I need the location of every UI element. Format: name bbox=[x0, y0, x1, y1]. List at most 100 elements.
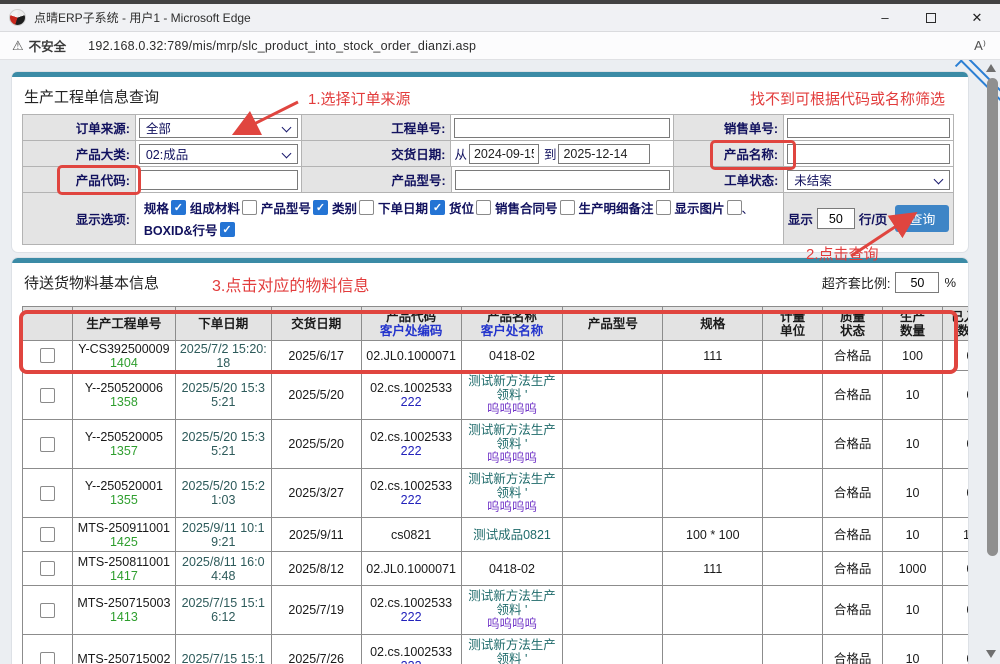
option-label: 规格 bbox=[144, 198, 169, 217]
option-checkbox[interactable] bbox=[242, 200, 257, 215]
table-row[interactable]: Y-CS39250000914042025/7/2 15:20:182025/6… bbox=[23, 341, 968, 371]
order-source-select[interactable]: 全部 bbox=[139, 118, 298, 138]
display-options-cell: 规格✓组成材料产品型号✓类别下单日期✓货位销售合同号生产明细备注显示图片、 BO… bbox=[136, 193, 784, 245]
checkbox-cell bbox=[23, 469, 73, 518]
minimize-button[interactable]: – bbox=[862, 4, 908, 31]
date-to-input[interactable] bbox=[558, 144, 650, 164]
option-checkbox[interactable]: ✓ bbox=[220, 222, 235, 237]
order-no: Y--250520006 bbox=[85, 381, 163, 395]
query-panel-title: 生产工程单信息查询 bbox=[24, 86, 159, 107]
row-checkbox[interactable] bbox=[40, 603, 55, 618]
project-no-input[interactable] bbox=[454, 118, 670, 138]
customer-name[interactable]: 呜呜呜呜 bbox=[487, 402, 537, 416]
option-checkbox[interactable] bbox=[656, 200, 671, 215]
product-name-cell: 测试成品0821 bbox=[462, 518, 564, 552]
scrollbar-down-icon[interactable] bbox=[986, 650, 996, 658]
chevron-down-icon bbox=[934, 174, 944, 184]
unit-cell bbox=[763, 341, 823, 371]
column-header: 计量单位 bbox=[763, 307, 823, 341]
option-checkbox[interactable]: ✓ bbox=[171, 200, 186, 215]
row-checkbox[interactable] bbox=[40, 348, 55, 363]
product-name-input[interactable] bbox=[787, 144, 950, 164]
header-line: 已入库 bbox=[951, 310, 968, 324]
option-label: 类别 bbox=[332, 198, 357, 217]
order-date-cell: 2025/8/11 16:04:48 bbox=[176, 552, 272, 586]
row-checkbox[interactable] bbox=[40, 561, 55, 576]
product-model-cell bbox=[563, 341, 663, 371]
product-name: 0418-02 bbox=[487, 562, 537, 576]
category-select[interactable]: 02:成品 bbox=[139, 144, 298, 164]
row-checkbox[interactable] bbox=[40, 652, 55, 664]
qty-cell: 10 bbox=[883, 469, 943, 518]
header-line: 单位 bbox=[780, 324, 805, 338]
customer-name[interactable]: 呜呜呜呜 bbox=[487, 617, 537, 631]
read-aloud-icon[interactable]: A⁾ bbox=[974, 38, 986, 54]
option-checkbox[interactable] bbox=[359, 200, 374, 215]
table-row[interactable]: MTS-2507150022025/7/15 15:12025/7/2602.c… bbox=[23, 635, 968, 664]
quality-cell: 合格品 bbox=[823, 518, 883, 552]
product-name-cell: 测试新方法生产领料 '呜呜呜呜 bbox=[462, 586, 564, 635]
order-status-select[interactable]: 未结案 bbox=[787, 170, 950, 190]
header-line: 质量 bbox=[840, 310, 865, 324]
option-checkbox[interactable] bbox=[476, 200, 491, 215]
browser-window: 点晴ERP子系统 - 用户1 - Microsoft Edge – ✕ ⚠ 不安… bbox=[0, 0, 1000, 664]
customer-code: 222 bbox=[401, 610, 422, 624]
row-checkbox[interactable] bbox=[40, 437, 55, 452]
customer-code: 222 bbox=[401, 659, 422, 664]
scrollbar-thumb[interactable] bbox=[987, 78, 998, 556]
sales-no-input[interactable] bbox=[787, 118, 950, 138]
product-code-cell: cs0821 bbox=[362, 518, 462, 552]
column-header bbox=[23, 307, 73, 341]
checkbox-cell bbox=[23, 518, 73, 552]
row-checkbox[interactable] bbox=[40, 527, 55, 542]
product-name-cell: 0418-02 bbox=[462, 341, 564, 371]
delivery-date-cell: 2025/8/12 bbox=[272, 552, 362, 586]
product-name-cell: 0418-02 bbox=[462, 552, 564, 586]
table-row[interactable]: Y--25052000113552025/5/20 15:21:032025/3… bbox=[23, 469, 968, 518]
header-line: 下单日期 bbox=[198, 317, 248, 331]
date-from-input[interactable] bbox=[469, 144, 539, 164]
url-text[interactable]: 192.168.0.32:789/mis/mrp/slc_product_int… bbox=[88, 39, 476, 53]
product-code-input[interactable] bbox=[139, 170, 298, 190]
table-row[interactable]: MTS-25081100114172025/8/11 16:04:482025/… bbox=[23, 552, 968, 586]
table-row[interactable]: Y--25052000513572025/5/20 15:35:212025/5… bbox=[23, 420, 968, 469]
option-checkbox[interactable]: ✓ bbox=[430, 200, 445, 215]
search-button[interactable]: 查询 bbox=[895, 205, 949, 232]
option-checkbox[interactable]: ✓ bbox=[313, 200, 328, 215]
row-checkbox[interactable] bbox=[40, 486, 55, 501]
customer-name[interactable]: 呜呜呜呜 bbox=[487, 500, 537, 514]
maximize-button[interactable] bbox=[908, 4, 954, 31]
table-row[interactable]: MTS-25071500314132025/7/15 15:16:122025/… bbox=[23, 586, 968, 635]
product-model-input[interactable] bbox=[455, 170, 671, 190]
address-bar[interactable]: ⚠ 不安全 192.168.0.32:789/mis/mrp/slc_produ… bbox=[0, 32, 1000, 60]
table-row[interactable]: MTS-25091100114252025/9/11 10:19:212025/… bbox=[23, 518, 968, 552]
product-code: cs0821 bbox=[389, 528, 433, 542]
customer-name[interactable]: 呜呜呜呜 bbox=[487, 451, 537, 465]
received-cell: 10 bbox=[943, 518, 968, 552]
ratio-input[interactable] bbox=[895, 272, 939, 293]
product-model-cell bbox=[563, 420, 663, 469]
rows-per-page-input[interactable] bbox=[817, 208, 855, 229]
customer-code: 222 bbox=[401, 444, 422, 458]
ratio-unit: % bbox=[944, 275, 956, 290]
product-code: 02.cs.1002533 bbox=[368, 596, 454, 610]
option-checkbox[interactable] bbox=[560, 200, 575, 215]
header-line: 客户处编码 bbox=[380, 324, 443, 338]
product-code: 02.cs.1002533 bbox=[368, 479, 454, 493]
table-row[interactable]: Y--25052000613582025/5/20 15:35:212025/5… bbox=[23, 371, 968, 420]
security-label[interactable]: 不安全 bbox=[29, 36, 67, 55]
header-line: 产品型号 bbox=[588, 317, 638, 331]
scrollbar-up-icon[interactable] bbox=[986, 64, 996, 72]
checkbox-cell bbox=[23, 586, 73, 635]
received-cell: 0 bbox=[943, 371, 968, 420]
row-checkbox[interactable] bbox=[40, 388, 55, 403]
option-label: 组成材料 bbox=[190, 198, 240, 217]
product-model-cell bbox=[563, 552, 663, 586]
category-value: 02:成品 bbox=[146, 144, 188, 163]
table-header-row: 生产工程单号下单日期交货日期产品代码客户处编码产品名称客户处名称产品型号规格计量… bbox=[23, 307, 968, 341]
panel-accent-bar bbox=[12, 72, 968, 77]
order-no-cell: Y--2505200011355 bbox=[73, 469, 176, 518]
close-button[interactable]: ✕ bbox=[954, 4, 1000, 31]
option-checkbox[interactable] bbox=[727, 200, 742, 215]
order-no: MTS-250811001 bbox=[78, 555, 170, 569]
